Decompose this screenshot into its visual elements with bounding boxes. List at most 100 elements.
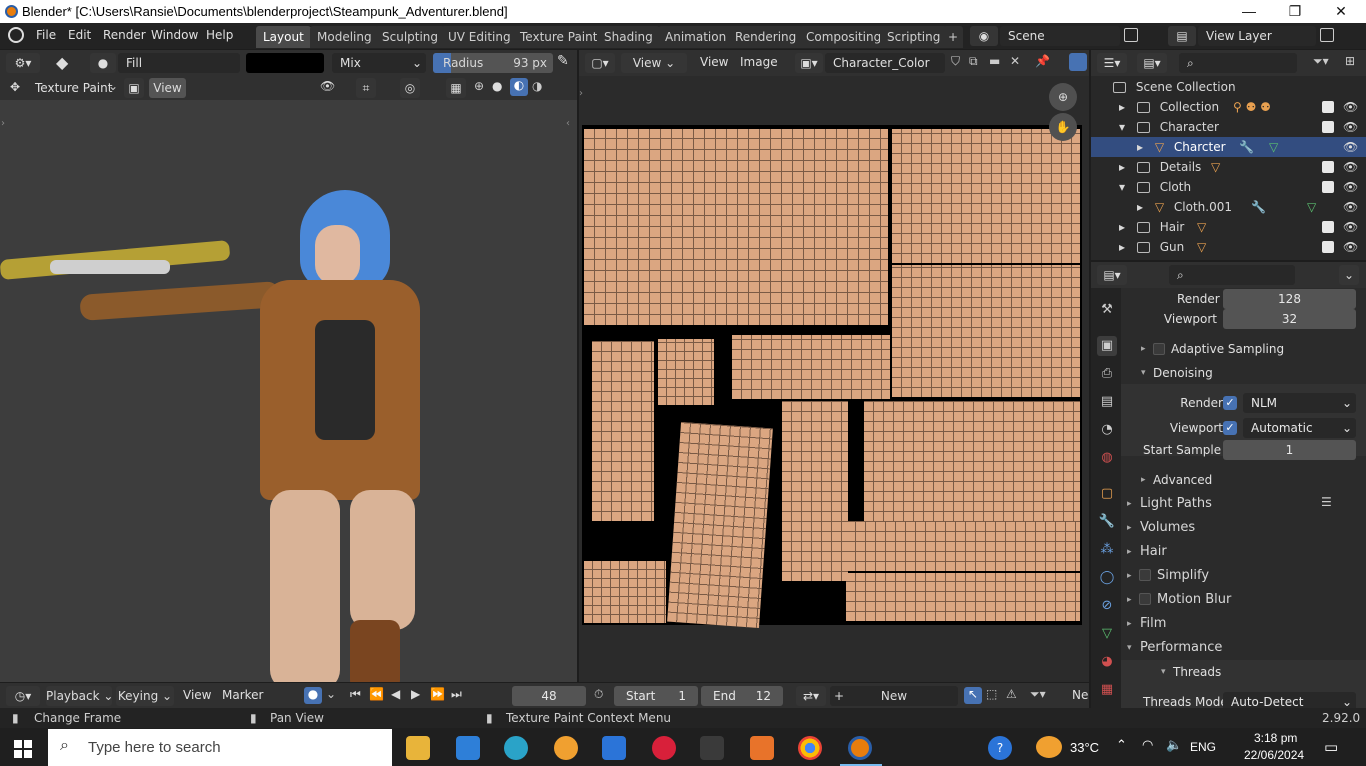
tab-uv-editing[interactable]: UV Editing bbox=[441, 26, 518, 48]
new-scene-icon[interactable] bbox=[1124, 28, 1138, 42]
visibility-eye-icon[interactable]: 👁 bbox=[1343, 117, 1358, 137]
prev-keyframe-icon[interactable]: ⏪ bbox=[369, 687, 384, 701]
expand-arrow-icon[interactable]: ▸ bbox=[1141, 475, 1146, 485]
visibility-eye-icon[interactable]: 👁 bbox=[1343, 157, 1358, 177]
tab-animation[interactable]: Animation bbox=[658, 26, 734, 48]
simplify-header[interactable]: Simplify bbox=[1157, 568, 1209, 583]
radius-slider[interactable]: Radius 93 px bbox=[433, 53, 553, 73]
show-hidden-icons-icon[interactable]: ⌃ bbox=[1116, 738, 1127, 753]
clock-date[interactable]: 22/06/2024 bbox=[1244, 748, 1304, 762]
mail-icon[interactable] bbox=[456, 736, 480, 760]
threads-mode-dropdown[interactable]: Auto-Detect ⌄ bbox=[1223, 692, 1356, 708]
expand-arrow-icon[interactable]: ▸ bbox=[1127, 523, 1132, 533]
outliner-row-charcter[interactable]: ▸ ▽ Charcter 🔧 ▽ 👁 bbox=[1091, 137, 1366, 157]
menu-edit[interactable]: Edit bbox=[68, 28, 91, 42]
timeline-marker-menu[interactable]: Marker bbox=[222, 688, 263, 702]
weather-temperature[interactable]: 33°C bbox=[1070, 740, 1099, 755]
toolbar-expand-icon[interactable]: › bbox=[1, 118, 5, 129]
next-keyframe-icon[interactable]: ⏩ bbox=[430, 687, 445, 701]
open-image-folder-icon[interactable]: ▬ bbox=[989, 54, 1000, 68]
display-mode-icon[interactable]: ▤▾ bbox=[1137, 53, 1167, 73]
network-icon[interactable]: ◠ bbox=[1142, 738, 1153, 753]
editor-type-icon[interactable]: ▢▾ bbox=[585, 53, 615, 73]
expand-arrow-icon[interactable]: ▾ bbox=[1119, 180, 1125, 194]
current-frame-field[interactable]: 48 bbox=[512, 686, 586, 706]
expand-arrow-icon[interactable]: ▸ bbox=[1119, 240, 1125, 254]
collapse-arrow-icon[interactable]: ▾ bbox=[1141, 368, 1146, 378]
menu-view[interactable]: View bbox=[700, 55, 728, 69]
end-frame-field[interactable]: End 12 bbox=[701, 686, 783, 706]
outliner-row-hair[interactable]: ▸ Hair ▽ 👁 bbox=[1091, 217, 1366, 237]
rendered-shading-icon[interactable]: ◑ bbox=[532, 79, 542, 93]
view-layer-field[interactable]: View Layer bbox=[1198, 26, 1316, 46]
tab-rendering[interactable]: Rendering bbox=[728, 26, 804, 48]
maximize-button[interactable]: ❐ bbox=[1272, 0, 1318, 23]
mask-toggle-icon[interactable]: ▣ bbox=[124, 78, 144, 98]
editor-type-icon[interactable]: ◷▾ bbox=[6, 686, 40, 706]
blender-menu-icon[interactable] bbox=[8, 27, 24, 43]
add-workspace-button[interactable]: + bbox=[943, 26, 964, 48]
keying-menu[interactable]: Keying ⌄ bbox=[116, 686, 174, 706]
outliner-search-input[interactable]: ⌕ bbox=[1179, 53, 1297, 73]
adaptive-sampling-checkbox[interactable] bbox=[1153, 343, 1165, 355]
visibility-eye-icon[interactable]: 👁 bbox=[1343, 237, 1358, 257]
gizmo-toggle-icon[interactable] bbox=[1069, 53, 1087, 71]
solid-shading-icon[interactable]: ● bbox=[492, 79, 502, 93]
language-indicator[interactable]: ENG bbox=[1190, 740, 1216, 754]
pin-icon[interactable]: 📌 bbox=[1035, 54, 1050, 68]
scene-field[interactable]: Scene bbox=[1000, 26, 1120, 46]
expand-arrow-icon[interactable]: ▸ bbox=[1119, 160, 1125, 174]
denoise-render-dropdown[interactable]: NLM ⌄ bbox=[1243, 393, 1356, 413]
expand-arrow-icon[interactable]: ▾ bbox=[1119, 120, 1125, 134]
menu-window[interactable]: Window bbox=[151, 28, 198, 42]
unlink-image-icon[interactable]: ✕ bbox=[1010, 54, 1020, 68]
outliner-row-gun[interactable]: ▸ Gun ▽ 👁 bbox=[1091, 237, 1366, 257]
image-view-mode-dropdown[interactable]: View ⌄ bbox=[621, 53, 687, 73]
motion-blur-header[interactable]: Motion Blur bbox=[1157, 592, 1231, 607]
start-frame-field[interactable]: Start 1 bbox=[614, 686, 698, 706]
expand-arrow-icon[interactable]: ▸ bbox=[1119, 100, 1125, 114]
tab-compositing[interactable]: Compositing bbox=[799, 26, 889, 48]
collapse-arrow-icon[interactable]: ▾ bbox=[1161, 667, 1166, 677]
scene-icon[interactable]: ◉ bbox=[970, 26, 998, 46]
visibility-eye-icon[interactable]: 👁 bbox=[1343, 217, 1358, 237]
exclude-checkbox[interactable] bbox=[1322, 181, 1334, 193]
new-collection-icon[interactable]: ⊞ bbox=[1345, 54, 1355, 68]
expand-arrow-icon[interactable]: ▸ bbox=[1127, 547, 1132, 557]
uv-texture-canvas[interactable] bbox=[582, 125, 1082, 628]
menu-help[interactable]: Help bbox=[206, 28, 233, 42]
tab-texture-paint[interactable]: Texture Paint bbox=[513, 26, 605, 48]
brave-icon[interactable] bbox=[554, 736, 578, 760]
dropbox-icon[interactable] bbox=[602, 736, 626, 760]
exclude-checkbox[interactable] bbox=[1322, 161, 1334, 173]
expand-arrow-icon[interactable]: ▸ bbox=[1141, 344, 1146, 354]
texture-tab-icon[interactable]: ▦ bbox=[1097, 680, 1117, 700]
menu-render[interactable]: Render bbox=[103, 28, 146, 42]
brush-name-field[interactable]: Fill bbox=[118, 53, 240, 73]
denoise-render-checkbox[interactable]: ✓ bbox=[1223, 396, 1237, 410]
visibility-icon[interactable]: 👁 bbox=[320, 79, 335, 93]
image-name-field[interactable]: Character_Color bbox=[825, 53, 945, 73]
tab-shading[interactable]: Shading bbox=[597, 26, 660, 48]
truncated-editor-label[interactable]: Ne bbox=[1072, 688, 1088, 702]
notifications-icon[interactable]: ▭ bbox=[1324, 738, 1338, 756]
blender-taskbar-icon[interactable] bbox=[848, 736, 872, 760]
new-view-layer-icon[interactable] bbox=[1320, 28, 1334, 42]
editor-type-icon[interactable]: ⚙▾ bbox=[6, 53, 40, 73]
playback-menu[interactable]: Playback ⌄ bbox=[46, 686, 113, 706]
menu-file[interactable]: File bbox=[36, 28, 56, 42]
jump-start-icon[interactable]: ⏮ bbox=[350, 687, 361, 702]
xampp-icon[interactable] bbox=[750, 736, 774, 760]
denoise-viewport-checkbox[interactable]: ✓ bbox=[1223, 421, 1237, 435]
toolbar-expand-icon[interactable]: › bbox=[579, 88, 583, 99]
motion-blur-checkbox[interactable] bbox=[1139, 593, 1151, 605]
stopwatch-icon[interactable]: ⏱ bbox=[594, 687, 603, 702]
edge-icon[interactable] bbox=[504, 736, 528, 760]
threads-header[interactable]: Threads bbox=[1173, 665, 1221, 679]
warning-icon[interactable]: ⚠ bbox=[1006, 687, 1017, 701]
filter-icon[interactable]: ⏷▾ bbox=[1030, 687, 1046, 702]
viewport-view-button[interactable]: View bbox=[149, 78, 186, 98]
constraints-tab-icon[interactable]: ⊘ bbox=[1097, 596, 1117, 616]
properties-search-input[interactable]: ⌕ bbox=[1169, 265, 1295, 285]
minimize-button[interactable]: — bbox=[1226, 0, 1272, 23]
